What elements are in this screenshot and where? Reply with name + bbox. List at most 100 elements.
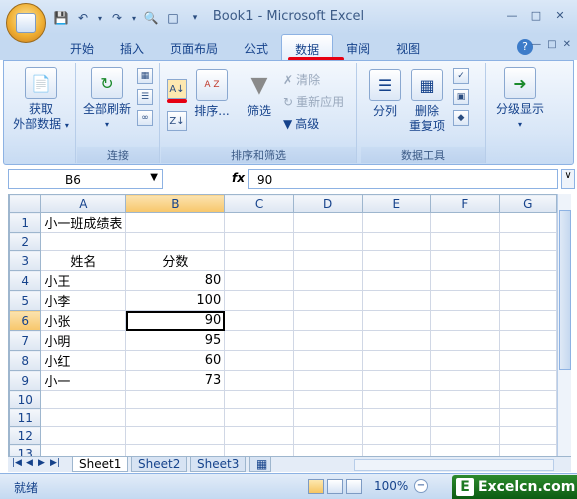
cell[interactable] (224, 370, 294, 391)
cell[interactable] (224, 330, 294, 351)
zoom-level[interactable]: 100% (374, 479, 408, 493)
column-header-g[interactable]: G (498, 194, 557, 213)
cell[interactable] (430, 444, 500, 456)
cell-b[interactable]: 73 (125, 370, 226, 391)
cell[interactable] (361, 310, 432, 331)
cell-a[interactable]: 小一 (40, 370, 127, 391)
cell-b[interactable] (125, 212, 226, 233)
cell[interactable] (430, 290, 500, 311)
cell[interactable] (224, 350, 294, 371)
cell[interactable] (361, 212, 432, 233)
sort-button[interactable]: A Z 排序... (191, 69, 233, 119)
zoom-out-icon[interactable]: − (414, 479, 428, 493)
properties-icon[interactable]: ☰ (137, 89, 153, 105)
cell[interactable] (361, 232, 432, 251)
tab-insert[interactable]: 插入 (107, 34, 157, 60)
cell-b[interactable] (125, 390, 226, 409)
row-header[interactable]: 11 (9, 408, 42, 427)
row-header[interactable]: 5 (9, 290, 42, 311)
sort-a-to-z-icon[interactable]: A↓ (167, 79, 187, 99)
sheet-tab-1[interactable]: Sheet1 (72, 457, 129, 472)
consolidate-icon[interactable]: ▣ (453, 89, 469, 105)
cell[interactable] (498, 408, 557, 427)
get-external-data-button[interactable]: 📄 获取 外部数据 ▾ (10, 67, 72, 133)
row-header[interactable]: 7 (9, 330, 42, 351)
cell[interactable] (292, 408, 363, 427)
close-icon[interactable]: ✕ (563, 39, 571, 50)
cell[interactable] (224, 290, 294, 311)
cell-a[interactable] (40, 426, 127, 445)
sheet-tab-2[interactable]: Sheet2 (131, 457, 188, 472)
outline-button[interactable]: ➜ 分级显示 ▾ (491, 67, 549, 132)
name-box[interactable]: B6 ▼ (8, 169, 163, 189)
row-header[interactable]: 3 (9, 250, 42, 271)
cell[interactable] (361, 290, 432, 311)
cell-b[interactable] (125, 232, 226, 251)
cell-a[interactable] (40, 232, 127, 251)
cell[interactable] (430, 330, 500, 351)
cell-a[interactable]: 小李 (40, 290, 127, 311)
row-header[interactable]: 2 (9, 232, 42, 251)
cell-a[interactable]: 小张 (40, 310, 127, 331)
cell-a[interactable] (40, 408, 127, 427)
cell-a[interactable]: 小红 (40, 350, 127, 371)
office-button[interactable] (6, 3, 46, 43)
insert-sheet-icon[interactable]: ▦ (249, 457, 271, 472)
row-header[interactable]: 9 (9, 370, 42, 391)
cell-a[interactable]: 姓名 (40, 250, 127, 271)
connections-icon[interactable]: ▦ (137, 68, 153, 84)
cell[interactable] (430, 370, 500, 391)
row-header[interactable]: 6 (9, 310, 42, 331)
row-header[interactable]: 13 (9, 444, 42, 456)
first-sheet-icon[interactable]: |◀ (12, 458, 22, 468)
last-sheet-icon[interactable]: ▶| (50, 458, 60, 468)
remove-duplicates-button[interactable]: ▦ 删除 重复项 (407, 69, 447, 134)
cell[interactable] (292, 310, 363, 331)
cell-b[interactable]: 95 (125, 330, 226, 351)
cell[interactable] (224, 212, 294, 233)
cell-b[interactable]: 90 (125, 310, 226, 331)
cell[interactable] (224, 426, 294, 445)
column-header-e[interactable]: E (361, 194, 432, 213)
cell[interactable] (361, 444, 432, 456)
row-header[interactable]: 12 (9, 426, 42, 445)
next-sheet-icon[interactable]: ▶ (38, 458, 45, 468)
row-header[interactable]: 8 (9, 350, 42, 371)
cell[interactable] (292, 426, 363, 445)
cell[interactable] (361, 270, 432, 291)
select-all-corner[interactable] (9, 194, 42, 213)
text-to-columns-button[interactable]: ☰ 分列 (367, 69, 403, 119)
edit-links-icon[interactable]: ∞ (137, 110, 153, 126)
cell[interactable] (361, 350, 432, 371)
refresh-all-button[interactable]: ↻ 全部刷新 ▾ (79, 67, 135, 132)
clear-filter-button[interactable]: ✗ 清除 (283, 71, 320, 88)
cell[interactable] (292, 444, 363, 456)
cell[interactable] (498, 250, 557, 271)
cell[interactable] (292, 212, 363, 233)
column-header-f[interactable]: F (430, 194, 500, 213)
insert-function-button[interactable]: fx (232, 171, 245, 185)
cell[interactable] (498, 270, 557, 291)
row-header[interactable]: 10 (9, 390, 42, 409)
formula-input[interactable]: 90 (248, 169, 558, 189)
page-break-view-icon[interactable] (346, 479, 362, 494)
close-icon[interactable]: ✕ (549, 6, 571, 24)
normal-view-icon[interactable] (308, 479, 324, 494)
cell-a[interactable]: 小一班成绩表 (40, 212, 127, 233)
cell[interactable] (498, 390, 557, 409)
cell-b[interactable] (125, 408, 226, 427)
cell[interactable] (361, 426, 432, 445)
cell[interactable] (292, 270, 363, 291)
cell-b[interactable]: 100 (125, 290, 226, 311)
minimize-icon[interactable]: — (501, 6, 523, 24)
cell-a[interactable] (40, 444, 127, 456)
cell[interactable] (224, 408, 294, 427)
minimize-icon[interactable]: — (531, 39, 541, 50)
cell-b[interactable]: 60 (125, 350, 226, 371)
cell[interactable] (361, 408, 432, 427)
cell[interactable] (498, 290, 557, 311)
worksheet-grid[interactable]: A B C D E F G 1 小一班成绩表 2 3 姓名 分数 4 小王 80 5 小李 100 6 小… (8, 194, 557, 456)
sort-z-to-a-icon[interactable]: Z↓ (167, 111, 187, 131)
cell[interactable] (498, 444, 557, 456)
cell[interactable] (224, 250, 294, 271)
